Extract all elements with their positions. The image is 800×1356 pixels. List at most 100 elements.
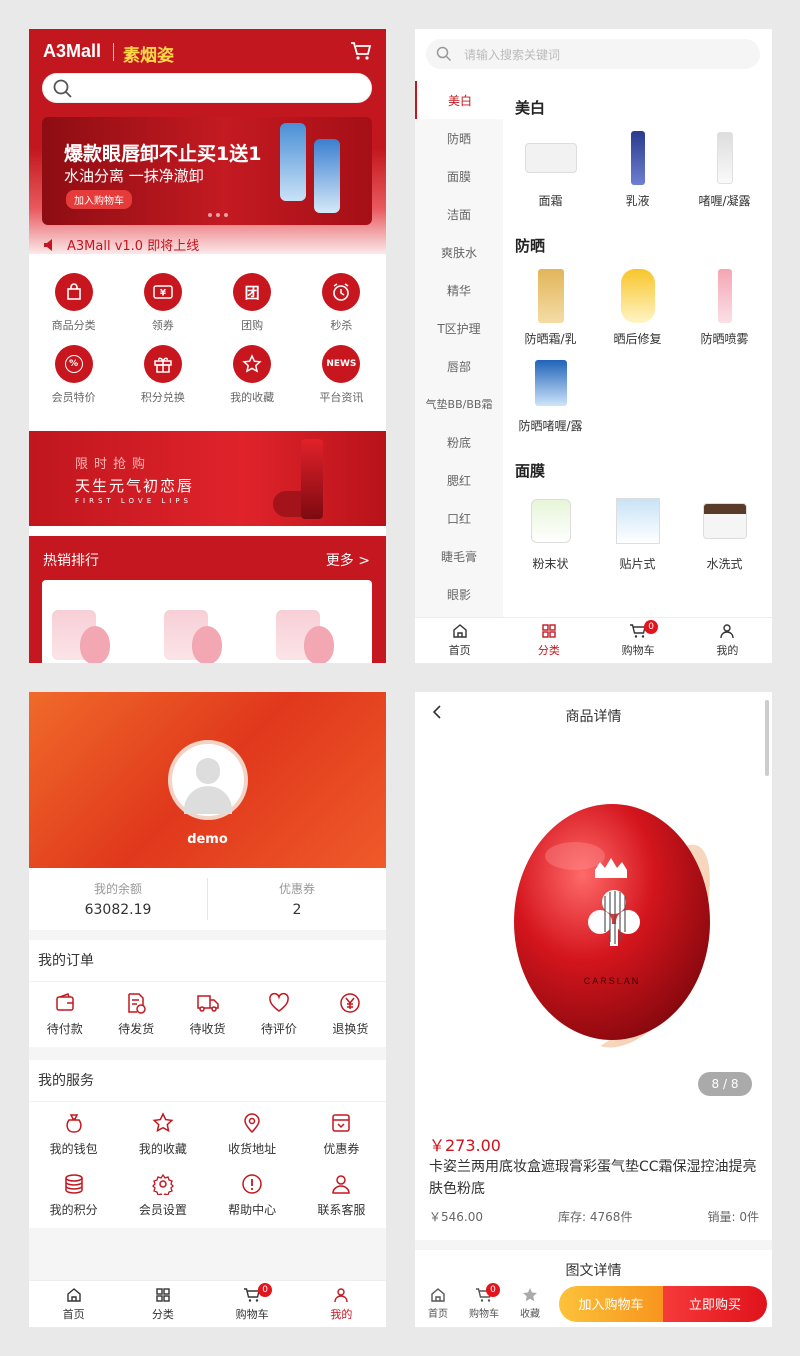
order-pending-shipment[interactable]: 待发货 — [100, 992, 171, 1037]
product-bottle-image — [314, 139, 340, 213]
service-wallet[interactable]: 我的钱包 — [29, 1112, 118, 1157]
sidebar-item[interactable]: 唇部 — [415, 347, 503, 385]
sidebar-item[interactable]: 防晒 — [415, 119, 503, 157]
home-icon — [452, 623, 468, 639]
search-input[interactable]: 请输入搜索关键词 — [426, 39, 760, 69]
subcategory-item[interactable]: 防晒喷雾 — [681, 268, 768, 347]
detail-section-title: 图文详情 — [565, 1263, 622, 1279]
sidebar-item[interactable]: 口红 — [415, 499, 503, 537]
order-pending-receipt[interactable]: 待收货 — [172, 992, 243, 1037]
avatar[interactable] — [168, 740, 248, 820]
menu-item-member-price[interactable]: % 会员特价 — [29, 345, 118, 405]
sidebar-item[interactable]: 气垫BB/BB霜 — [415, 385, 503, 423]
service-favorites[interactable]: 我的收藏 — [118, 1112, 207, 1157]
subcategory-item[interactable]: 防晒啫喱/露 — [507, 355, 594, 434]
section-title: 我的服务 — [29, 1060, 386, 1102]
location-icon — [241, 1112, 263, 1134]
service-help[interactable]: 帮助中心 — [208, 1173, 297, 1218]
sidebar-item[interactable]: 精华 — [415, 271, 503, 309]
menu-item-news[interactable]: NEWS 平台资讯 — [297, 345, 386, 405]
star-icon — [522, 1287, 538, 1303]
subcategory-item[interactable]: 贴片式 — [594, 493, 681, 572]
promo-banner[interactable]: 爆款眼唇卸不止买1送1 水油分离 一抹净澈卸 加入购物车 — [42, 117, 372, 225]
news-icon: NEWS — [322, 345, 361, 383]
money-bag-icon — [63, 1112, 85, 1134]
subcategory-item[interactable]: 面霜 — [507, 130, 594, 209]
section-title: 美白 — [515, 99, 546, 117]
section-title: 热销排行 — [43, 553, 99, 569]
sidebar-item[interactable]: 洁面 — [415, 195, 503, 233]
home-screen: A3Mall 素烟姿 爆款眼唇卸不止买1送1 水油分离 一抹净澈卸 加入购物车 … — [29, 29, 386, 663]
tab-mine[interactable]: 我的 — [297, 1281, 386, 1327]
tab-category[interactable]: 分类 — [118, 1281, 207, 1327]
sidebar-item[interactable]: T区护理 — [415, 309, 503, 347]
search-input[interactable] — [42, 73, 372, 103]
product-image-carousel[interactable]: CARSLAN — [415, 736, 772, 1106]
menu-item-flash-sale[interactable]: 秒杀 — [297, 273, 386, 333]
subcategory-item[interactable]: 防晒霜/乳 — [507, 268, 594, 347]
product-card[interactable] — [52, 610, 110, 663]
bar-home[interactable]: 首页 — [415, 1287, 461, 1320]
cart-icon[interactable] — [350, 41, 372, 61]
hot-products — [42, 580, 372, 663]
sidebar-item[interactable]: 腮红 — [415, 461, 503, 499]
subcategory-item[interactable]: 水洗式 — [681, 493, 768, 572]
subcategory-item[interactable]: 晒后修复 — [594, 268, 681, 347]
svg-text:¥: ¥ — [160, 289, 167, 299]
flash-sale-banner[interactable]: 限时抢购 天生元气初恋唇 FIRST LOVE LIPS — [29, 431, 386, 526]
product-bottle-image — [280, 123, 306, 201]
service-address[interactable]: 收货地址 — [208, 1112, 297, 1157]
bar-cart[interactable]: 0 购物车 — [461, 1283, 507, 1320]
promo-line1: 限时抢购 — [75, 457, 152, 472]
service-coupon[interactable]: 优惠券 — [297, 1112, 386, 1157]
tab-cart[interactable]: 0 购物车 — [208, 1281, 297, 1327]
banner-subtitle: 水油分离 一抹净澈卸 — [64, 167, 204, 185]
notice-bar[interactable]: A3Mall v1.0 即将上线 — [43, 235, 199, 254]
tab-home[interactable]: 首页 — [415, 618, 504, 663]
subcategory-item[interactable]: 啫喱/凝露 — [681, 130, 768, 209]
sidebar-item[interactable]: 粉底 — [415, 423, 503, 461]
sidebar-item[interactable]: 眼影 — [415, 575, 503, 613]
sidebar-item[interactable]: 爽肤水 — [415, 233, 503, 271]
yen-circle-icon — [339, 992, 361, 1014]
menu-item-favorites[interactable]: 我的收藏 — [208, 345, 297, 405]
order-pending-review[interactable]: 待评价 — [243, 992, 314, 1037]
cart-badge: 0 — [644, 620, 659, 634]
sidebar-item[interactable]: 面膜 — [415, 157, 503, 195]
product-card[interactable] — [164, 610, 222, 663]
tab-cart[interactable]: 0 购物车 — [594, 618, 683, 663]
service-member-settings[interactable]: 会员设置 — [118, 1173, 207, 1218]
mine-screen: demo 我的余额 63082.19 优惠券 2 我的订单 待付款 待发货 待收… — [29, 692, 386, 1327]
wallet-icon — [54, 992, 76, 1014]
bar-favorite[interactable]: 收藏 — [507, 1287, 553, 1320]
buy-now-button[interactable]: 立即购买 — [663, 1285, 767, 1322]
tab-home[interactable]: 首页 — [29, 1281, 118, 1327]
star-icon — [152, 1112, 174, 1134]
order-return[interactable]: 退换货 — [315, 992, 386, 1037]
service-customer-support[interactable]: 联系客服 — [297, 1173, 386, 1218]
tab-category[interactable]: 分类 — [504, 618, 593, 663]
banner-add-cart-button[interactable]: 加入购物车 — [66, 190, 132, 209]
services-card: 我的服务 我的钱包 我的收藏 收货地址 优惠券 我的积分 会员设置 帮助中心 联… — [29, 1060, 386, 1228]
service-points[interactable]: 我的积分 — [29, 1173, 118, 1218]
promo-line2: 天生元气初恋唇 — [75, 477, 195, 495]
user-icon — [719, 623, 735, 639]
add-to-cart-button[interactable]: 加入购物车 — [559, 1285, 663, 1322]
percent-icon: % — [54, 345, 93, 383]
tab-mine[interactable]: 我的 — [683, 618, 772, 663]
brand-logo-text: CARSLAN — [583, 976, 641, 986]
coupon-count[interactable]: 优惠券 2 — [208, 868, 386, 930]
menu-item-coupon[interactable]: ¥ 领券 — [118, 273, 207, 333]
balance[interactable]: 我的余额 63082.19 — [29, 868, 207, 930]
menu-item-points-exchange[interactable]: 积分兑换 — [118, 345, 207, 405]
subcategory-item[interactable]: 粉末状 — [507, 493, 594, 572]
more-link[interactable]: 更多 > — [326, 550, 370, 570]
sidebar-item[interactable]: 睫毛膏 — [415, 537, 503, 575]
subcategory-item[interactable]: 乳液 — [594, 130, 681, 209]
menu-item-group[interactable]: 团 团购 — [208, 273, 297, 333]
coupon-icon: ¥ — [143, 273, 182, 311]
sidebar-item[interactable]: 美白 — [415, 81, 503, 119]
order-pending-payment[interactable]: 待付款 — [29, 992, 100, 1037]
menu-item-category[interactable]: 商品分类 — [29, 273, 118, 333]
product-card[interactable] — [276, 610, 334, 663]
